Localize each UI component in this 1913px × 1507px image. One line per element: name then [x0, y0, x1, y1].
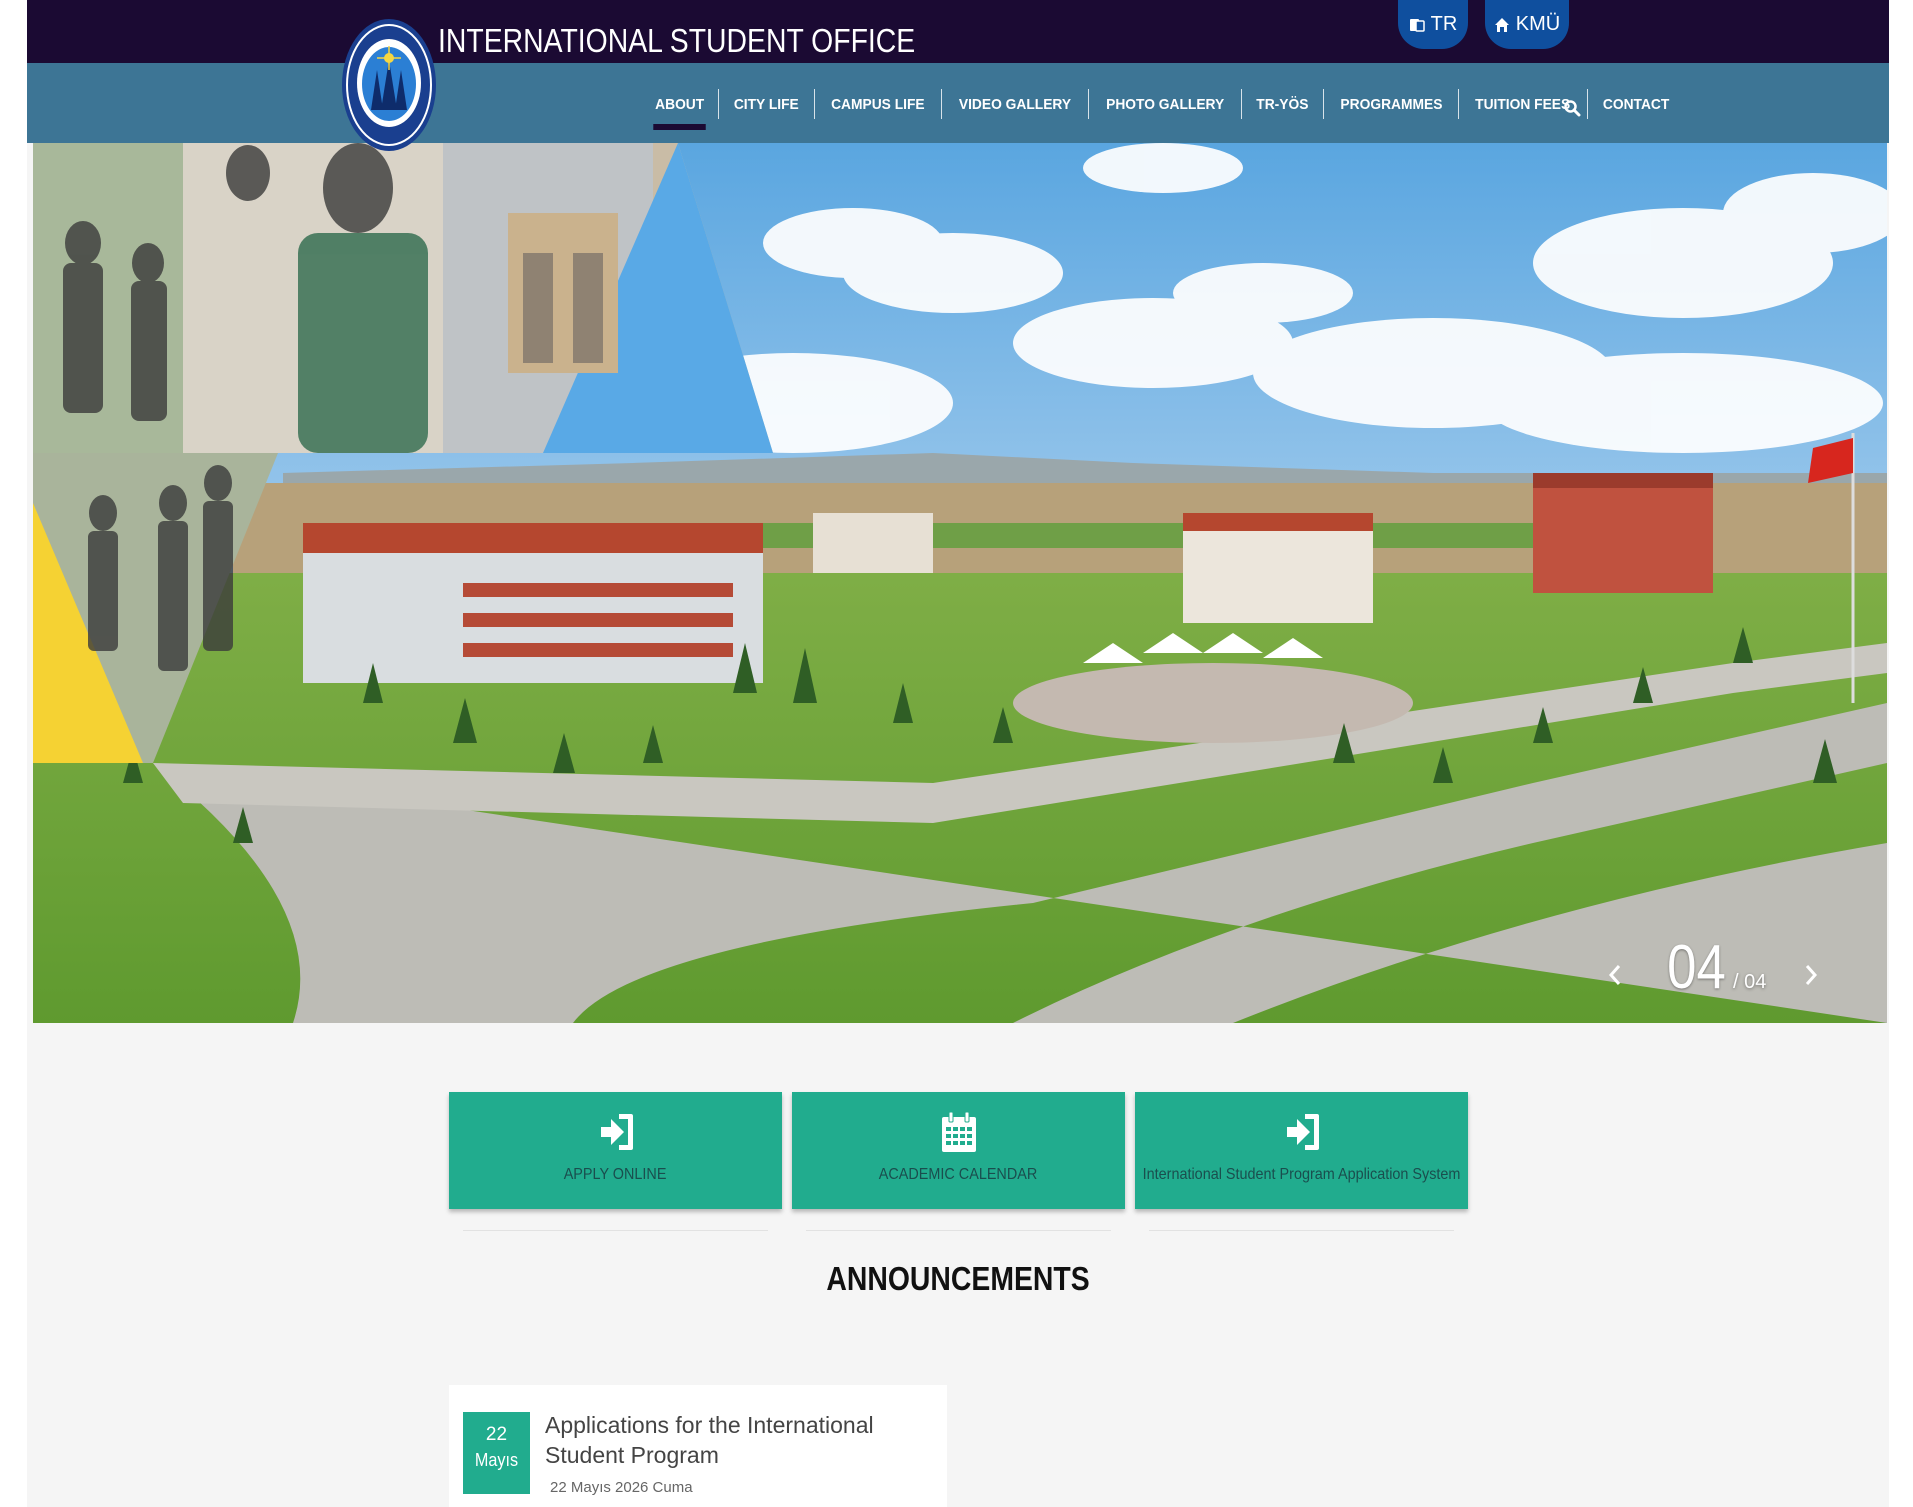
quick-actions: APPLY ONLINE ACADEMIC CALENDAR Internati…	[449, 1092, 1468, 1209]
date-month: Mayıs	[474, 1450, 519, 1470]
sign-in-icon	[1286, 1114, 1319, 1150]
sign-in-icon	[600, 1114, 633, 1150]
translate-icon	[1409, 18, 1425, 32]
nav-item-city-life[interactable]: CITY LIFE	[723, 88, 810, 120]
academic-calendar-label: ACADEMIC CALENDAR	[879, 1166, 1038, 1183]
top-bar: INTERNATIONAL STUDENT OFFICE TR KMÜ	[27, 0, 1889, 63]
nav-item-contact[interactable]: CONTACT	[1592, 88, 1681, 120]
calendar-icon	[941, 1111, 976, 1152]
nav-divider	[718, 89, 720, 119]
announcements-heading: ANNOUNCEMENTS	[826, 1260, 1090, 1297]
home-icon	[1494, 17, 1509, 32]
slide-counter: 04 / 04	[1662, 932, 1766, 1003]
date-day: 22	[485, 1424, 508, 1445]
nav-item-about[interactable]: ABOUT	[644, 88, 715, 130]
announcement-date: 22 Mayıs 2026 Cuma	[550, 1479, 693, 1496]
nav-divider	[1458, 89, 1460, 119]
nav-divider	[813, 89, 815, 119]
nav-item-video-gallery[interactable]: VIDEO GALLERY	[947, 88, 1081, 120]
slide-total: / 04	[1732, 971, 1767, 993]
announcement-title[interactable]: Applications for the International Stude…	[545, 1410, 940, 1470]
university-logo[interactable]	[341, 18, 437, 152]
card-divider	[463, 1230, 768, 1231]
apply-online-button[interactable]: APPLY ONLINE	[449, 1092, 782, 1209]
card-divider	[1149, 1230, 1454, 1231]
nav-item-programmes[interactable]: PROGRAMMES	[1329, 88, 1453, 120]
nav-divider	[1586, 89, 1588, 119]
slider-prev-button[interactable]	[1605, 960, 1625, 990]
announcement-item[interactable]: 22 Mayıs Applications for the Internatio…	[449, 1385, 947, 1507]
home-button[interactable]: KMÜ	[1485, 0, 1569, 49]
international-application-system-label: International Student Program Applicatio…	[1142, 1166, 1461, 1183]
apply-online-label: APPLY ONLINE	[564, 1166, 667, 1183]
page: INTERNATIONAL STUDENT OFFICE TR KMÜ ABOU…	[27, 0, 1889, 1507]
academic-calendar-button[interactable]: ACADEMIC CALENDAR	[792, 1092, 1125, 1209]
nav-divider	[1322, 89, 1324, 119]
language-button[interactable]: TR	[1398, 0, 1468, 49]
language-label: TR	[1430, 13, 1458, 35]
main-nav: ABOUT CITY LIFE CAMPUS LIFE VIDEO GALLER…	[641, 84, 1684, 130]
slider-next-button[interactable]	[1801, 960, 1821, 990]
slide-current: 04	[1667, 933, 1726, 1002]
main-nav-bar: ABOUT CITY LIFE CAMPUS LIFE VIDEO GALLER…	[27, 63, 1889, 143]
nav-item-campus-life[interactable]: CAMPUS LIFE	[820, 88, 936, 120]
nav-divider	[940, 89, 942, 119]
search-icon[interactable]	[1563, 99, 1581, 117]
nav-item-tr-yos[interactable]: TR-YÖS	[1245, 88, 1319, 120]
card-divider	[806, 1230, 1111, 1231]
international-application-system-button[interactable]: International Student Program Applicatio…	[1135, 1092, 1468, 1209]
date-badge: 22 Mayıs	[463, 1412, 530, 1494]
nav-item-photo-gallery[interactable]: PHOTO GALLERY	[1095, 88, 1235, 120]
campus-hero-image	[33, 143, 1887, 1023]
home-label: KMÜ	[1515, 13, 1561, 35]
site-title[interactable]: INTERNATIONAL STUDENT OFFICE	[438, 22, 915, 60]
nav-divider	[1240, 89, 1242, 119]
nav-divider	[1087, 89, 1089, 119]
